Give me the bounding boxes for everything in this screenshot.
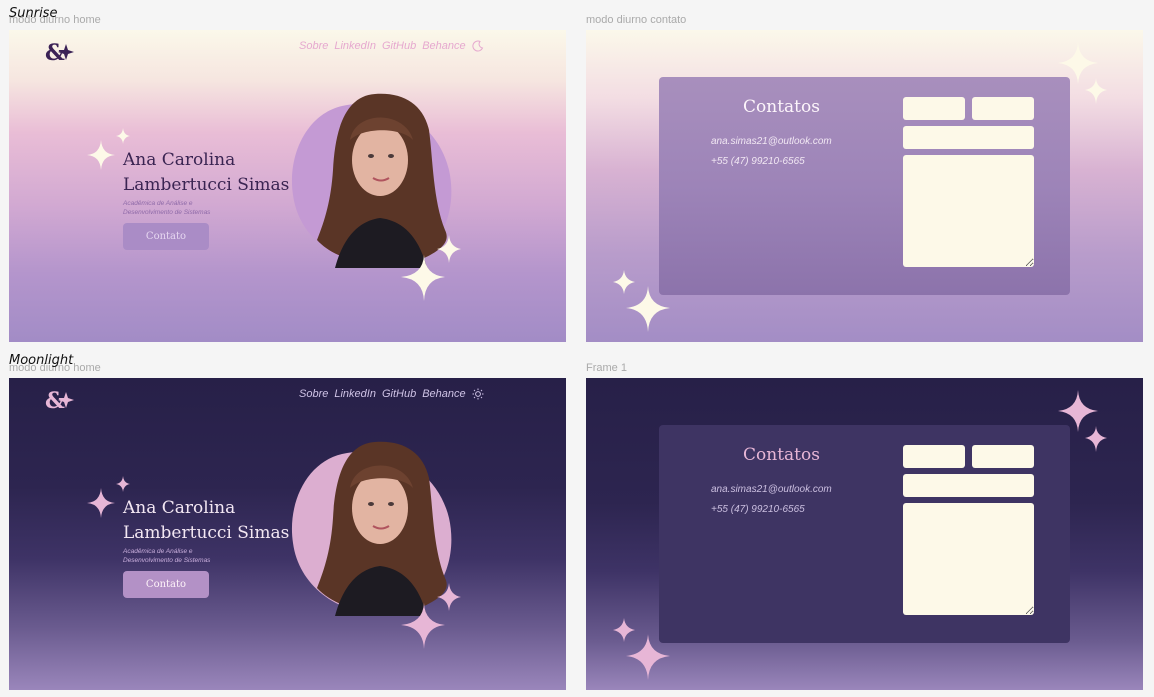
theme-toggle-moon-icon[interactable] xyxy=(472,40,484,52)
nav-linkedin[interactable]: LinkedIn xyxy=(334,388,376,400)
email-input[interactable] xyxy=(903,126,1034,149)
contact-button[interactable]: Contato xyxy=(123,571,209,598)
hero-name: Ana Carolina Lambertucci Simas xyxy=(123,498,290,543)
contact-title: Contatos xyxy=(743,445,820,465)
message-textarea[interactable] xyxy=(903,155,1034,267)
contact-email[interactable]: ana.simas21@outlook.com xyxy=(711,136,832,147)
top-nav: Sobre LinkedIn GitHub Behance xyxy=(299,388,484,400)
top-nav: Sobre LinkedIn GitHub Behance xyxy=(299,40,484,52)
sparkle-icon xyxy=(613,618,670,680)
logo-ampersand-icon[interactable]: & xyxy=(45,40,75,64)
nav-linkedin[interactable]: LinkedIn xyxy=(334,40,376,52)
nav-github[interactable]: GitHub xyxy=(382,388,416,400)
section-label-moonlight: Moonlight xyxy=(9,353,74,368)
nav-github[interactable]: GitHub xyxy=(382,40,416,52)
frame-sunrise-home[interactable]: & Sobre LinkedIn GitHub Behance Ana Caro… xyxy=(9,30,566,342)
frame-moonlight-contact[interactable]: Contatos ana.simas21@outlook.com +55 (47… xyxy=(586,378,1143,690)
hero-name: Ana Carolina Lambertucci Simas xyxy=(123,150,290,195)
contact-email[interactable]: ana.simas21@outlook.com xyxy=(711,484,832,495)
email-input[interactable] xyxy=(903,474,1034,497)
logo-ampersand-icon[interactable]: & xyxy=(45,388,75,412)
contact-phone[interactable]: +55 (47) 99210-6565 xyxy=(711,504,805,515)
hero-subtitle: Acadêmica de Análise e Desenvolvimento d… xyxy=(123,200,211,216)
name-input[interactable] xyxy=(903,97,965,120)
theme-toggle-sun-icon[interactable] xyxy=(472,388,484,400)
nav-behance[interactable]: Behance xyxy=(422,388,465,400)
frame-sunrise-contact[interactable]: Contatos ana.simas21@outlook.com +55 (47… xyxy=(586,30,1143,342)
name-input[interactable] xyxy=(903,445,965,468)
nav-sobre[interactable]: Sobre xyxy=(299,40,328,52)
message-textarea[interactable] xyxy=(903,503,1034,615)
surname-input[interactable] xyxy=(972,97,1034,120)
frame-moonlight-home[interactable]: & Sobre LinkedIn GitHub Behance Ana Caro… xyxy=(9,378,566,690)
nav-sobre[interactable]: Sobre xyxy=(299,388,328,400)
contact-phone[interactable]: +55 (47) 99210-6565 xyxy=(711,156,805,167)
hero-subtitle: Acadêmica de Análise e Desenvolvimento d… xyxy=(123,548,211,564)
contact-button[interactable]: Contato xyxy=(123,223,209,250)
frame-label-sun-contact[interactable]: modo diurno contato xyxy=(586,14,686,26)
section-label-sunrise: Sunrise xyxy=(9,6,58,21)
sparkle-icon xyxy=(613,270,670,332)
contact-card: Contatos ana.simas21@outlook.com +55 (47… xyxy=(659,77,1070,295)
nav-behance[interactable]: Behance xyxy=(422,40,465,52)
contact-card: Contatos ana.simas21@outlook.com +55 (47… xyxy=(659,425,1070,643)
surname-input[interactable] xyxy=(972,445,1034,468)
sparkle-icon xyxy=(401,583,461,649)
sparkle-icon xyxy=(401,235,461,301)
contact-title: Contatos xyxy=(743,97,820,117)
frame-label-moon-contact[interactable]: Frame 1 xyxy=(586,362,627,374)
